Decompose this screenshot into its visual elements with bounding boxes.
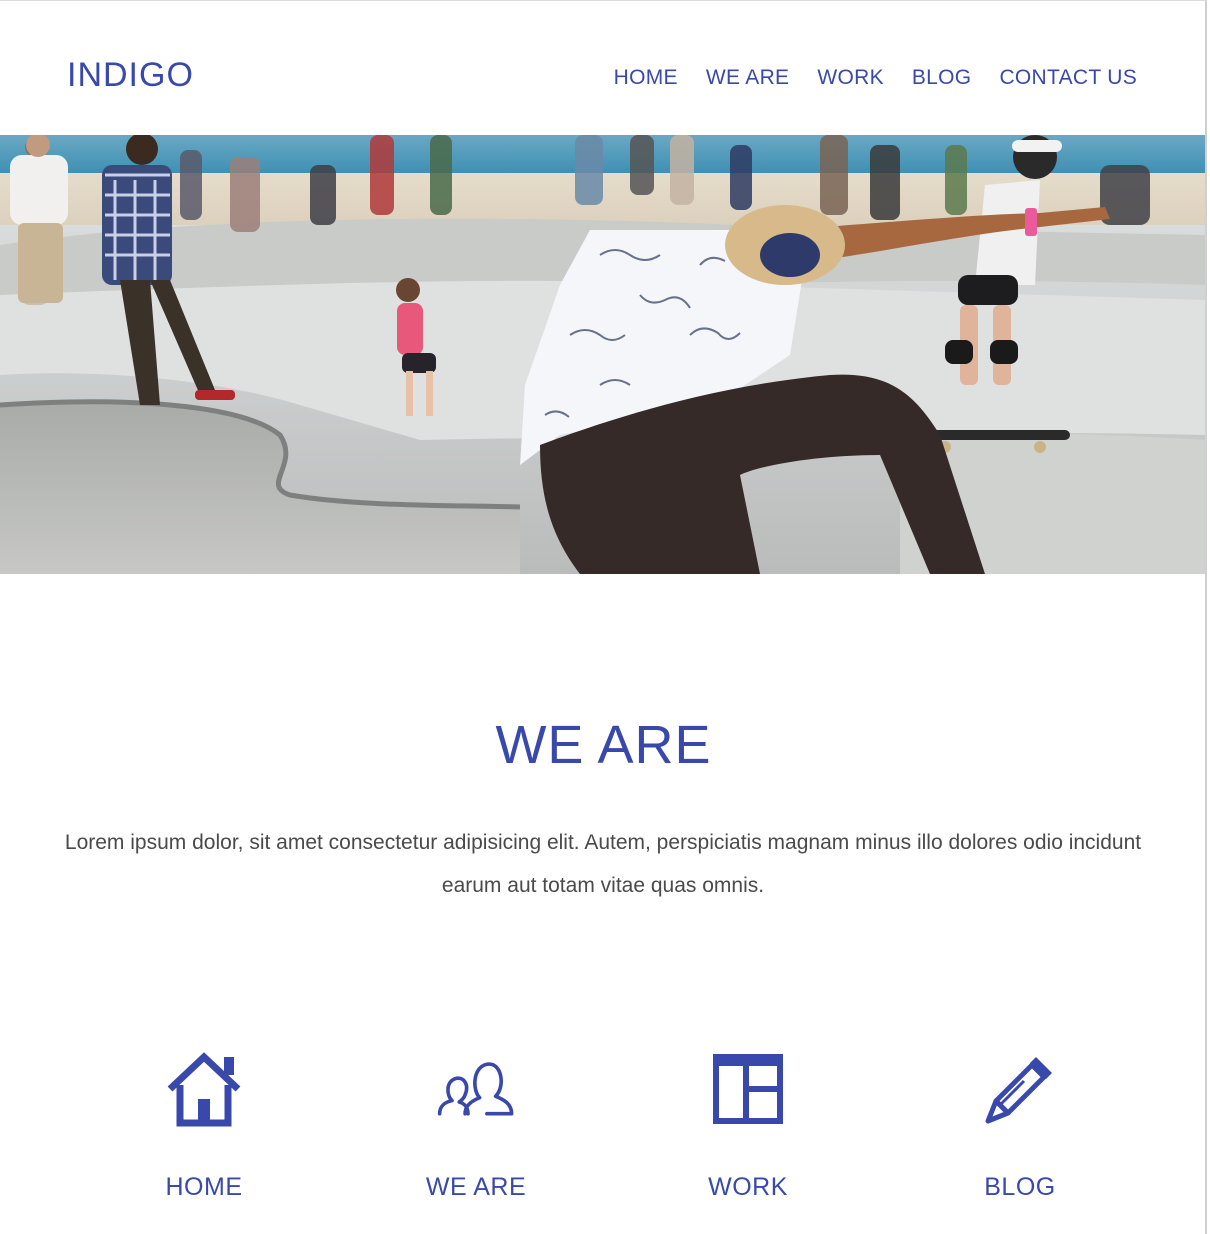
pencil-icon xyxy=(980,1049,1060,1129)
nav-we-are[interactable]: WE ARE xyxy=(706,65,789,91)
nav-work[interactable]: WORK xyxy=(817,65,884,91)
feature-grid: HOME WE ARE WORK BLOG xyxy=(68,1049,1156,1219)
feature-blog-label: BLOG xyxy=(984,1173,1056,1201)
home-icon xyxy=(164,1049,244,1129)
feature-work-label: WORK xyxy=(708,1173,788,1201)
site-logo[interactable]: INDIGO xyxy=(67,55,194,95)
users-icon xyxy=(436,1049,516,1129)
section-title: WE ARE xyxy=(495,715,712,775)
section-description: Lorem ipsum dolor, sit amet consectetur … xyxy=(64,831,1142,897)
feature-home[interactable]: HOME xyxy=(68,1049,340,1219)
nav-home[interactable]: HOME xyxy=(614,65,678,91)
feature-blog[interactable]: BLOG xyxy=(884,1049,1156,1219)
layout-icon xyxy=(708,1049,788,1129)
page: INDIGO HOME WE ARE WORK BLOG CONTACT US xyxy=(0,0,1207,1234)
feature-home-label: HOME xyxy=(165,1173,243,1201)
nav-blog[interactable]: BLOG xyxy=(912,65,972,91)
nav-contact-us[interactable]: CONTACT US xyxy=(999,65,1137,91)
hero-image xyxy=(0,135,1205,574)
main-nav: HOME WE ARE WORK BLOG CONTACT US xyxy=(614,65,1137,91)
feature-we-are-label: WE ARE xyxy=(425,1173,527,1201)
feature-work[interactable]: WORK xyxy=(612,1049,884,1219)
site-header: INDIGO HOME WE ARE WORK BLOG CONTACT US xyxy=(0,1,1205,135)
feature-we-are[interactable]: WE ARE xyxy=(340,1049,612,1219)
